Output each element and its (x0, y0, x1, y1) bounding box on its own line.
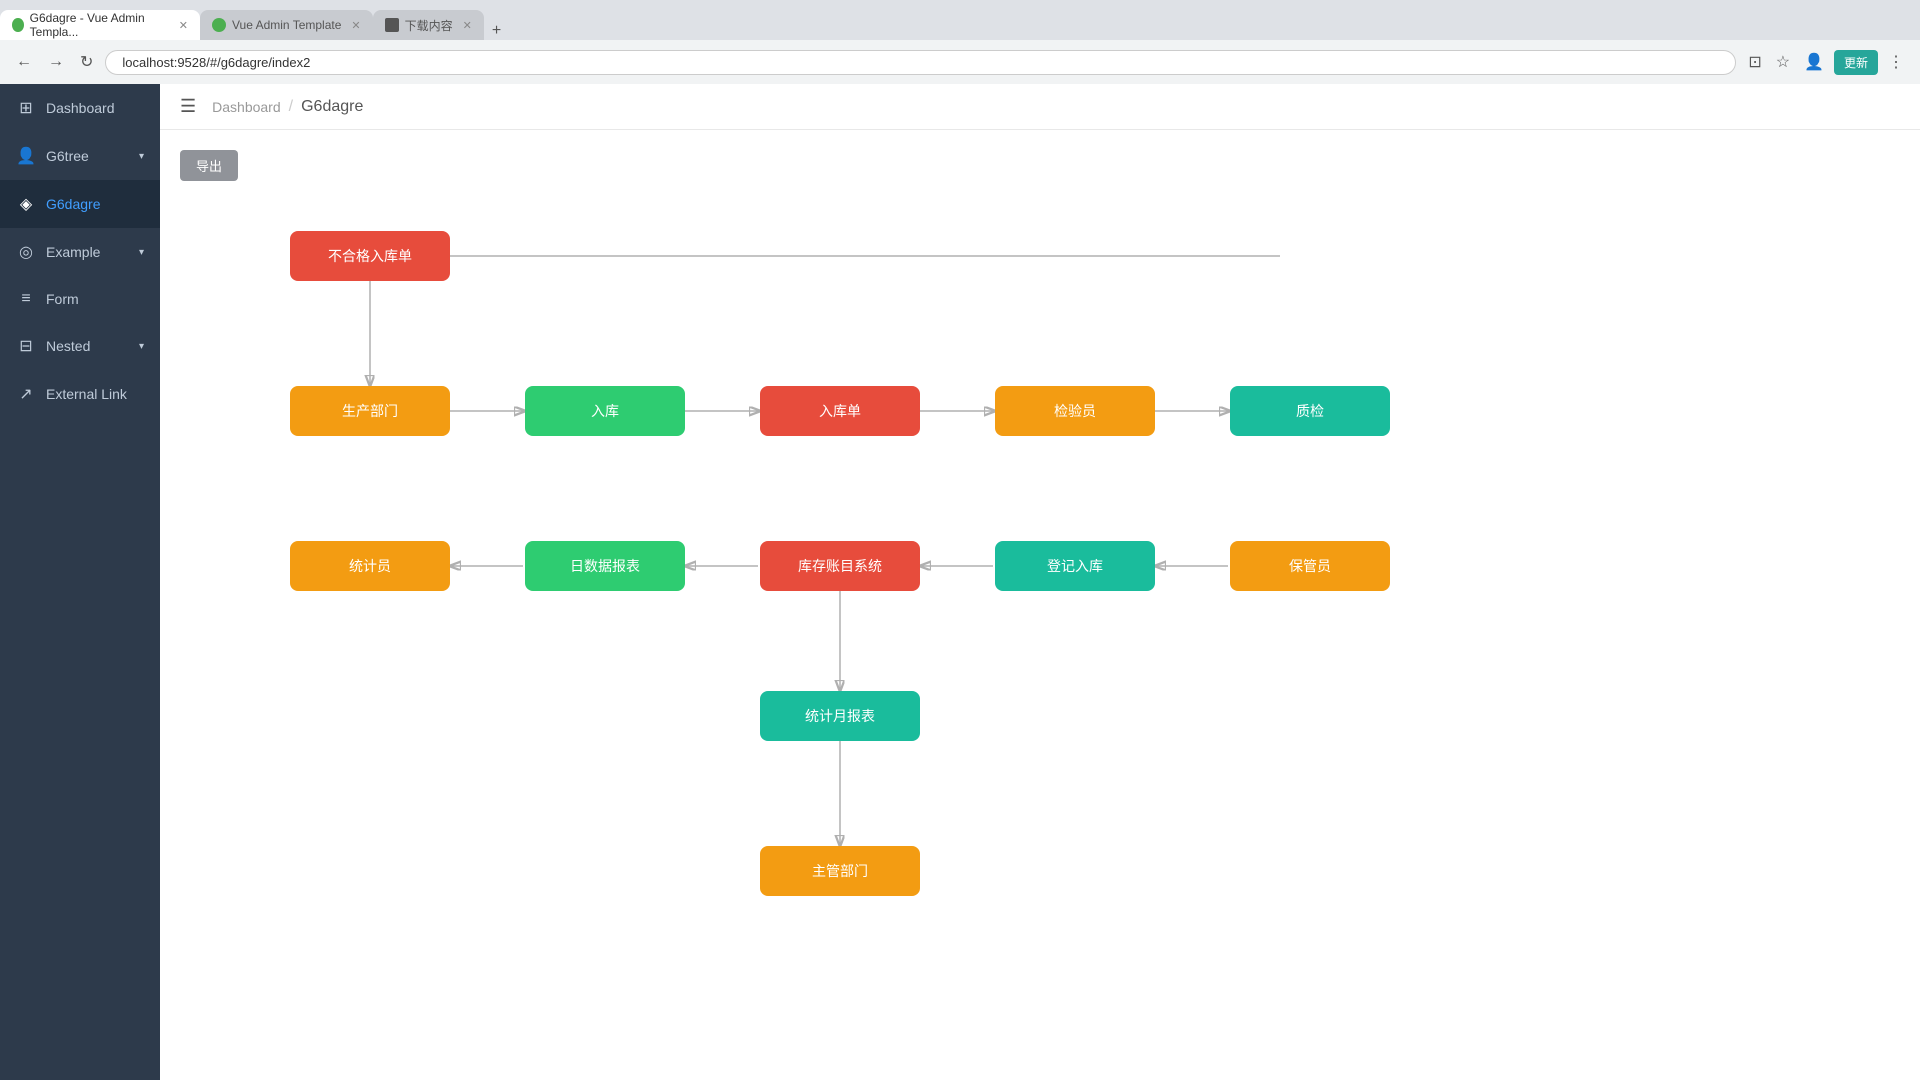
update-button[interactable]: 更新 (1834, 50, 1878, 75)
nested-arrow: ▾ (139, 341, 144, 352)
browser-chrome: G6dagre - Vue Admin Templa... ✕ Vue Admi… (0, 0, 1920, 84)
node-label-n3: 入库 (591, 401, 619, 421)
node-n6[interactable]: 质检 (1230, 386, 1390, 436)
node-label-n13: 主管部门 (812, 861, 868, 881)
breadcrumb-bar: ☰ Dashboard / G6dagre (160, 84, 1920, 130)
new-tab-button[interactable]: + (484, 22, 509, 40)
sidebar-item-g6tree[interactable]: 👤 G6tree ▾ (0, 132, 160, 180)
sidebar: ⊞ Dashboard 👤 G6tree ▾ ◈ G6dagre ◎ Examp… (0, 84, 160, 1080)
node-n9[interactable]: 库存账目系统 (760, 541, 920, 591)
sidebar-label-g6tree: G6tree (46, 148, 129, 164)
sidebar-label-dashboard: Dashboard (46, 100, 144, 116)
node-n1[interactable]: 不合格入库单 (290, 231, 450, 281)
node-label-n10: 登记入库 (1047, 556, 1103, 576)
g6tree-icon: 👤 (16, 146, 36, 166)
tab-label-2: Vue Admin Template (232, 18, 341, 32)
profile-button[interactable]: 👤 (1800, 48, 1828, 76)
sidebar-item-nested[interactable]: ⊟ Nested ▾ (0, 322, 160, 370)
tab-favicon-1 (12, 18, 24, 32)
tab-bar: G6dagre - Vue Admin Templa... ✕ Vue Admi… (0, 0, 1920, 40)
sidebar-item-dashboard[interactable]: ⊞ Dashboard (0, 84, 160, 132)
content-area: 导出 (160, 130, 1920, 1080)
sidebar-label-g6dagre: G6dagre (46, 196, 144, 212)
node-label-n6: 质检 (1296, 401, 1324, 421)
node-n11[interactable]: 保管员 (1230, 541, 1390, 591)
breadcrumb-separator: / (289, 98, 293, 116)
sidebar-label-nested: Nested (46, 338, 129, 354)
tab-close-2[interactable]: ✕ (351, 19, 360, 32)
node-n3[interactable]: 入库 (525, 386, 685, 436)
sidebar-label-example: Example (46, 244, 129, 260)
cast-button[interactable]: ⊡ (1744, 48, 1765, 76)
tab-favicon-3 (385, 18, 399, 32)
node-label-n7: 统计员 (349, 556, 391, 576)
node-n4[interactable]: 入库单 (760, 386, 920, 436)
nested-icon: ⊟ (16, 336, 36, 356)
tab-label-1: G6dagre - Vue Admin Templa... (30, 11, 169, 39)
example-icon: ◎ (16, 242, 36, 262)
node-label-n12: 统计月报表 (805, 706, 875, 726)
node-n13[interactable]: 主管部门 (760, 846, 920, 896)
node-label-n9: 库存账目系统 (798, 556, 882, 576)
node-label-n8: 日数据报表 (570, 556, 640, 576)
reload-button[interactable]: ↻ (76, 48, 97, 76)
app: ⊞ Dashboard 👤 G6tree ▾ ◈ G6dagre ◎ Examp… (0, 84, 1920, 1080)
sidebar-label-external: External Link (46, 386, 144, 402)
flowchart: 不合格入库单 生产部门 入库 入库单 检验员 (180, 201, 1280, 901)
node-n12[interactable]: 统计月报表 (760, 691, 920, 741)
form-icon: ≡ (16, 290, 36, 308)
external-icon: ↗ (16, 384, 36, 404)
sidebar-item-form[interactable]: ≡ Form (0, 276, 160, 322)
sidebar-item-external[interactable]: ↗ External Link (0, 370, 160, 418)
tab-close-3[interactable]: ✕ (463, 19, 472, 32)
tab-vue-admin[interactable]: Vue Admin Template ✕ (200, 10, 373, 40)
tab-g6dagre[interactable]: G6dagre - Vue Admin Templa... ✕ (0, 10, 200, 40)
node-n2[interactable]: 生产部门 (290, 386, 450, 436)
export-button[interactable]: 导出 (180, 150, 238, 181)
dashboard-icon: ⊞ (16, 98, 36, 118)
forward-button[interactable]: → (44, 49, 68, 75)
tab-favicon-2 (212, 18, 226, 32)
breadcrumb-current: G6dagre (301, 98, 363, 116)
back-button[interactable]: ← (12, 49, 36, 75)
menu-toggle-icon[interactable]: ☰ (180, 96, 196, 117)
g6tree-arrow: ▾ (139, 151, 144, 162)
node-label-n5: 检验员 (1054, 401, 1096, 421)
node-n5[interactable]: 检验员 (995, 386, 1155, 436)
node-n10[interactable]: 登记入库 (995, 541, 1155, 591)
nav-bar: ← → ↻ ⊡ ☆ 👤 更新 ⋮ (0, 40, 1920, 84)
node-label-n4: 入库单 (819, 401, 861, 421)
bookmark-button[interactable]: ☆ (1772, 48, 1794, 76)
tab-download[interactable]: 下载内容 ✕ (373, 10, 484, 40)
menu-button[interactable]: ⋮ (1884, 48, 1908, 76)
address-bar[interactable] (105, 50, 1736, 75)
g6dagre-icon: ◈ (16, 194, 36, 214)
nav-right: ⊡ ☆ 👤 更新 ⋮ (1744, 48, 1908, 76)
tab-label-3: 下载内容 (405, 17, 453, 34)
main-content: ☰ Dashboard / G6dagre 导出 (160, 84, 1920, 1080)
sidebar-label-form: Form (46, 291, 144, 307)
node-n7[interactable]: 统计员 (290, 541, 450, 591)
breadcrumb-home: Dashboard (212, 99, 281, 115)
sidebar-item-g6dagre[interactable]: ◈ G6dagre (0, 180, 160, 228)
node-label-n11: 保管员 (1289, 556, 1331, 576)
sidebar-item-example[interactable]: ◎ Example ▾ (0, 228, 160, 276)
node-n8[interactable]: 日数据报表 (525, 541, 685, 591)
example-arrow: ▾ (139, 247, 144, 258)
node-label-n2: 生产部门 (342, 401, 398, 421)
tab-close-1[interactable]: ✕ (179, 19, 188, 32)
node-label-n1: 不合格入库单 (328, 246, 412, 266)
